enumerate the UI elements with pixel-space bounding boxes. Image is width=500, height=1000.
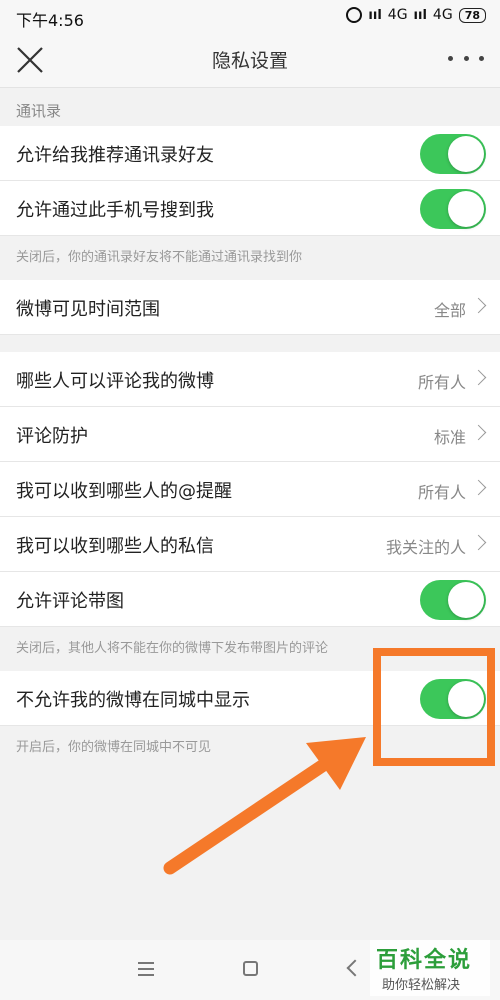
same-city-hint: 开启后，你的微博在同城中不可见	[16, 740, 212, 755]
more-icon[interactable]	[448, 44, 484, 72]
status-time: 下午4:56	[16, 11, 84, 30]
row-value: 我关注的人	[385, 538, 466, 557]
row-label: 我可以收到哪些人的私信	[16, 536, 214, 557]
alarm-icon	[346, 7, 363, 23]
toggle-knob	[448, 191, 484, 227]
toggle-image-comments[interactable]	[420, 580, 486, 620]
menu-icon[interactable]	[138, 962, 154, 976]
highlight-box	[373, 648, 495, 766]
signal-icon-1: ııl	[368, 7, 382, 23]
row-private-messages[interactable]: 我可以收到哪些人的私信 我关注的人	[0, 517, 500, 572]
row-value: 标准	[433, 428, 466, 447]
row-label: 微博可见时间范围	[16, 299, 160, 320]
row-label: 我可以收到哪些人的@提醒	[16, 481, 232, 502]
row-label: 评论防护	[16, 426, 88, 447]
page-title: 隐私设置	[211, 50, 288, 72]
watermark-title: 百科全说	[376, 948, 473, 973]
row-value: 所有人	[417, 373, 466, 392]
row-image-comments[interactable]: 允许评论带图	[0, 572, 500, 627]
row-value: 全部	[433, 301, 466, 320]
toggle-knob	[448, 136, 484, 172]
image-comment-hint: 关闭后，其他人将不能在你的微博下发布带图片的评论	[16, 641, 329, 656]
chevron-right-icon	[470, 534, 487, 551]
toggle-search-by-phone[interactable]	[420, 189, 486, 229]
chevron-right-icon	[470, 297, 487, 314]
status-bar: 下午4:56 ııl 4G ııl 4G 78	[0, 0, 500, 32]
row-who-can-comment[interactable]: 哪些人可以评论我的微博 所有人	[0, 352, 500, 407]
section-label-contacts: 通讯录	[16, 102, 62, 120]
row-comment-protection[interactable]: 评论防护 标准	[0, 407, 500, 462]
signal-icon-2: ııl	[413, 7, 427, 23]
row-search-by-phone[interactable]: 允许通过此手机号搜到我	[0, 181, 500, 236]
back-icon[interactable]	[346, 959, 364, 977]
row-label: 允许通过此手机号搜到我	[16, 200, 214, 221]
row-value: 所有人	[417, 483, 466, 502]
network-label-2: 4G	[432, 7, 453, 23]
chevron-right-icon	[470, 479, 487, 496]
row-weibo-visible-range[interactable]: 微博可见时间范围 全部	[0, 280, 500, 335]
row-label: 不允许我的微博在同城中显示	[16, 690, 250, 711]
row-mention-alerts[interactable]: 我可以收到哪些人的@提醒 所有人	[0, 462, 500, 517]
row-recommend-contacts[interactable]: 允许给我推荐通讯录好友	[0, 126, 500, 181]
toggle-knob	[448, 582, 484, 618]
network-label-1: 4G	[387, 7, 408, 23]
chevron-right-icon	[470, 424, 487, 441]
contacts-hint: 关闭后，你的通讯录好友将不能通过通讯录找到你	[16, 250, 303, 265]
status-icons: ııl 4G ııl 4G 78	[346, 7, 486, 23]
toggle-recommend-contacts[interactable]	[420, 134, 486, 174]
chevron-right-icon	[470, 369, 487, 386]
row-label: 允许评论带图	[16, 591, 124, 612]
nav-bar: 隐私设置	[0, 32, 500, 88]
watermark-logo: 百科全说 助你轻松解决	[370, 940, 490, 996]
watermark-subtitle: 助你轻松解决	[382, 978, 461, 993]
battery-icon: 78	[458, 7, 486, 23]
row-label: 允许给我推荐通讯录好友	[16, 145, 214, 166]
home-icon[interactable]	[243, 961, 258, 976]
row-label: 哪些人可以评论我的微博	[16, 371, 214, 392]
